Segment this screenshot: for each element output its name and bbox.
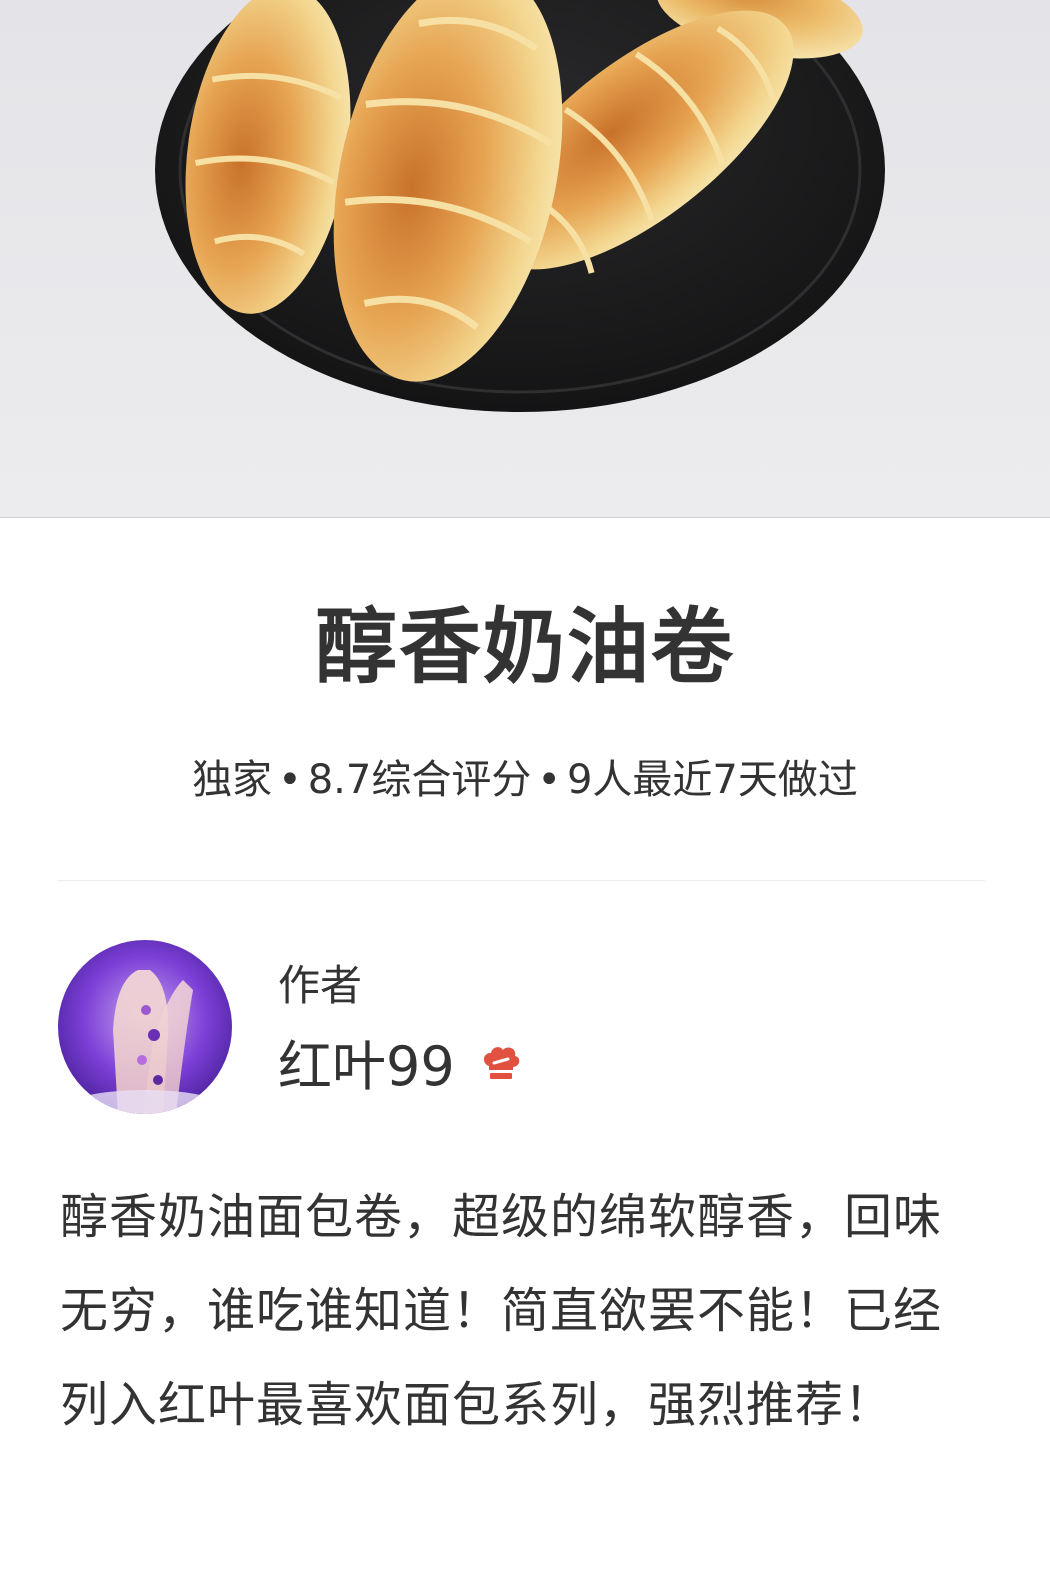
author-avatar[interactable] bbox=[58, 940, 232, 1114]
recipe-meta: 独家 • 8.7综合评分 • 9人最近7天做过 bbox=[0, 752, 1050, 808]
made-count-text[interactable]: 9人最近7天做过 bbox=[567, 757, 858, 803]
bread-rolls-photo bbox=[155, 0, 885, 412]
exclusive-tag: 独家 bbox=[192, 757, 273, 803]
recipe-title: 醇香奶油卷 bbox=[314, 600, 735, 695]
meta-separator: • bbox=[537, 757, 561, 803]
author-label: 作者 bbox=[278, 961, 363, 1010]
meta-separator: • bbox=[278, 757, 302, 803]
chef-hat-icon bbox=[480, 1044, 522, 1084]
recipe-cover-photo[interactable] bbox=[0, 0, 1050, 518]
avatar-image bbox=[58, 940, 232, 1114]
section-divider bbox=[57, 880, 985, 881]
recipe-page: 醇香奶油卷 独家 • 8.7综合评分 • 9人最近7天做过 作者 红叶99 醇香… bbox=[0, 0, 1050, 1575]
author-name[interactable]: 红叶99 bbox=[278, 1032, 455, 1102]
rating-text: 8.7综合评分 bbox=[307, 757, 532, 803]
recipe-description: 醇香奶油面包卷，超级的绵软醇香，回味无穷，谁吃谁知道！简直欲罢不能！已经列入红叶… bbox=[60, 1189, 943, 1433]
